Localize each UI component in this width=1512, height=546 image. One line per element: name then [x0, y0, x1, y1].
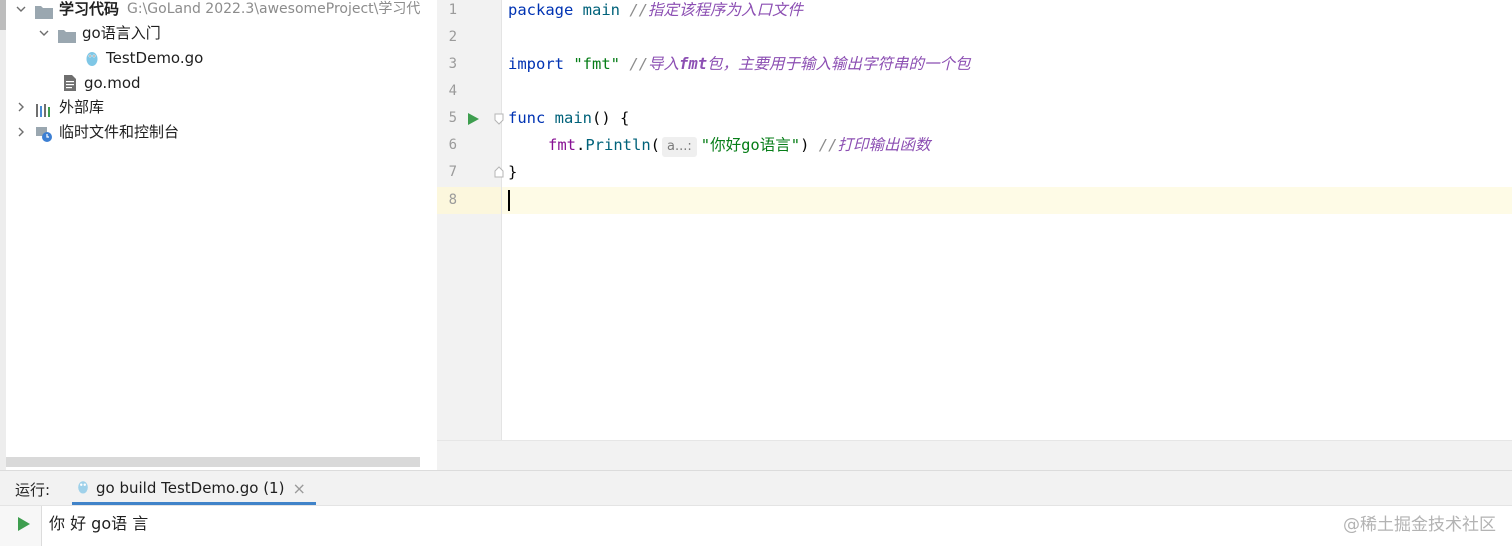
tree-item-label: TestDemo.go — [106, 49, 204, 67]
line-number: 4 — [448, 83, 457, 99]
tree-item-label: go语言入门 — [82, 24, 161, 42]
run-label: 运行: — [15, 481, 51, 499]
tree-item-file-go[interactable]: TestDemo.go — [84, 46, 203, 70]
project-path-hint: G:\GoLand 2022.3\awesomeProject\学习代 — [127, 1, 421, 17]
horizontal-scrollbar[interactable] — [6, 457, 420, 467]
code-punctuation: ( — [650, 136, 661, 154]
string-literal: "你好go语言" — [700, 136, 801, 154]
text-caret — [508, 190, 510, 211]
code-punctuation: () { — [592, 109, 630, 127]
line-number: 8 — [448, 192, 457, 208]
editor-gutter: 1 2 3 4 5 6 7 8 — [437, 0, 504, 440]
comment-slashes: // — [818, 136, 838, 154]
library-icon — [35, 100, 53, 117]
run-tool-window-header: 运行: go build TestDemo.go (1) × — [0, 470, 1512, 506]
function-call: Println — [585, 136, 651, 154]
comment-text: 包，主要用于输入输出字符串的一个包 — [707, 55, 971, 73]
current-line-highlight — [502, 187, 1512, 214]
fold-marker-icon[interactable] — [494, 166, 504, 178]
identifier: main — [582, 1, 620, 19]
watermark: @稀土掘金技术社区 — [1343, 515, 1496, 535]
chevron-right-icon[interactable] — [15, 126, 27, 138]
comment-text: 导入 — [648, 55, 680, 73]
fold-marker-icon[interactable] — [494, 113, 504, 125]
tree-item-label: 学习代码 — [59, 0, 120, 18]
run-toolbar — [0, 506, 42, 546]
tree-item-folder[interactable]: go语言入门 — [38, 21, 161, 45]
line-number: 3 — [448, 56, 457, 72]
code-punctuation: ) — [800, 136, 810, 154]
close-icon[interactable]: × — [292, 479, 305, 498]
tree-item-label: 外部库 — [59, 98, 105, 116]
go-gopher-icon — [84, 49, 100, 67]
tree-item-external-libraries[interactable]: 外部库 — [15, 95, 104, 119]
go-gopher-icon — [76, 478, 90, 499]
folder-icon — [58, 26, 76, 43]
code-line-3: import "fmt" //导入fmt包，主要用于输入输出字符串的一个包 — [508, 51, 971, 78]
run-tab[interactable]: go build TestDemo.go (1) × — [70, 471, 306, 505]
line-number: 7 — [448, 164, 457, 180]
folder-icon — [35, 2, 53, 19]
comment-text: 指定该程序为入口文件 — [648, 1, 804, 19]
console-output: 你 好 go语 言 — [49, 514, 149, 533]
line-number: 6 — [448, 137, 457, 153]
editor-bottom-bar — [437, 440, 1512, 471]
code-line-5: func main() { — [508, 105, 629, 132]
chevron-right-icon[interactable] — [15, 101, 27, 113]
comment-slashes: // — [629, 1, 649, 19]
project-tool-window: 学习代码 G:\GoLand 2022.3\awesomeProject\学习代… — [0, 0, 437, 470]
line-number: 1 — [448, 2, 457, 18]
rerun-icon[interactable] — [17, 516, 31, 532]
package-name: fmt — [548, 136, 576, 154]
text-file-icon — [62, 74, 78, 92]
tree-item-label: go.mod — [84, 74, 141, 92]
tree-item-project-root[interactable]: 学习代码 G:\GoLand 2022.3\awesomeProject\学习代 — [15, 0, 420, 21]
code-line-7: } — [508, 159, 517, 186]
keyword: import — [508, 55, 564, 73]
run-gutter-icon[interactable] — [466, 112, 480, 126]
tree-left-strip — [0, 0, 6, 470]
chevron-down-icon[interactable] — [38, 27, 50, 39]
tree-item-scratches[interactable]: 临时文件和控制台 — [15, 120, 179, 144]
comment-slashes: // — [629, 55, 649, 73]
keyword: package — [508, 1, 574, 19]
string-literal: "fmt" — [573, 55, 621, 73]
comment-text: 打印输出函数 — [837, 136, 931, 154]
scratches-icon — [35, 125, 53, 142]
code-editor[interactable]: 1 2 3 4 5 6 7 8 package main //指定该程序为入口文… — [437, 0, 1512, 440]
function-name: main — [554, 109, 592, 127]
run-tab-label: go build TestDemo.go (1) — [96, 479, 285, 497]
run-console[interactable]: 你 好 go语 言 @稀土掘金技术社区 — [0, 506, 1512, 546]
code-line-1: package main //指定该程序为入口文件 — [508, 0, 803, 24]
keyword: func — [508, 109, 546, 127]
line-number: 5 — [448, 110, 457, 126]
parameter-hint: a...: — [662, 137, 697, 157]
active-tab-indicator — [72, 502, 316, 505]
chevron-down-icon[interactable] — [15, 3, 27, 15]
tree-item-label: 临时文件和控制台 — [59, 123, 180, 141]
code-punctuation: } — [508, 163, 518, 181]
code-line-6: fmt.Println(a...: "你好go语言") //打印输出函数 — [548, 132, 930, 159]
code-punctuation: . — [576, 136, 586, 154]
line-number: 2 — [448, 29, 457, 45]
tree-item-file-mod[interactable]: go.mod — [62, 71, 141, 95]
comment-text: fmt — [679, 55, 708, 73]
